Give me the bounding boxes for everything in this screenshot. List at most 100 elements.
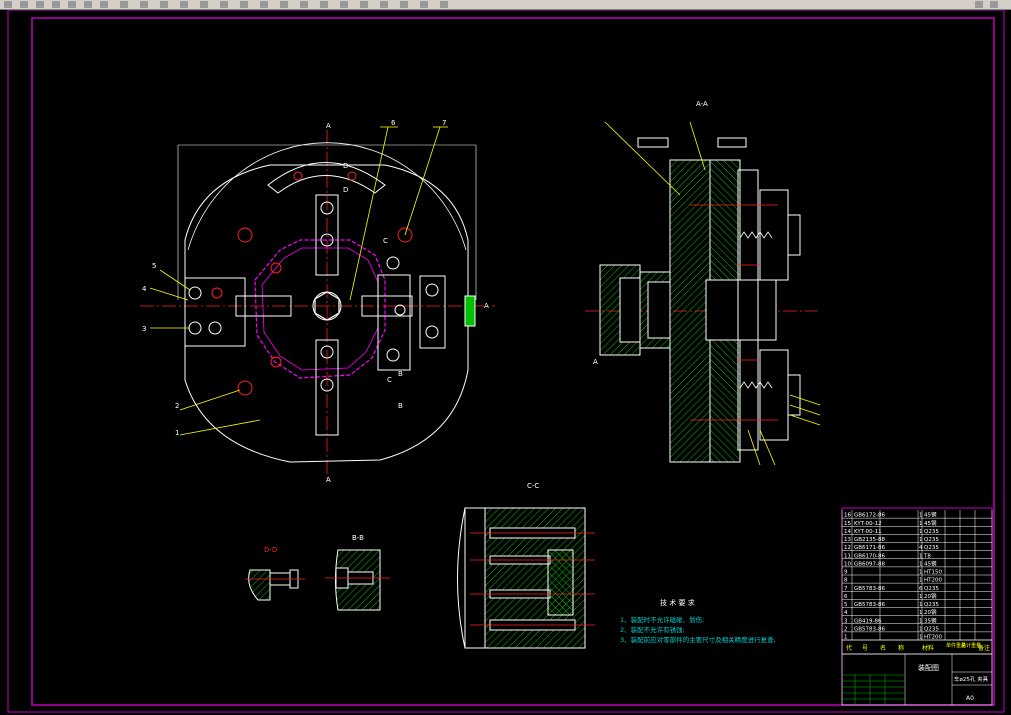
bom-cell-material: Q235: [924, 545, 939, 551]
toolbar-icon[interactable]: [140, 1, 148, 8]
bom-cell-code: GB5783-86: [854, 586, 886, 592]
toolbar-icon[interactable]: [220, 1, 228, 8]
toolbar-icon[interactable]: [84, 1, 92, 8]
bom-cell-no: 7: [844, 586, 848, 592]
marker-a-right: A: [484, 302, 489, 310]
bom-cell-material: 45钢: [924, 511, 937, 519]
bom-cell-no: 2: [844, 626, 848, 632]
section-b-b: B-B: [325, 534, 390, 611]
section-d-d-title: D-D: [264, 546, 277, 554]
drawing-canvas[interactable]: 5 4 3 2 1 6 7 A A A D D C C B B A-A A C-…: [0, 10, 1011, 715]
bom-cell-code: GB6172-86: [854, 513, 886, 519]
marker-c-bottom: C: [387, 376, 392, 384]
toolbar-icon[interactable]: [160, 1, 168, 8]
bom-cell-material: HT200: [924, 578, 942, 584]
bom-cell-no: 13: [844, 537, 851, 543]
bom-cell-qty: 1: [919, 610, 923, 616]
bom-cell-qty: 1: [919, 521, 923, 527]
bom-cell-code: GB6170-86: [854, 553, 886, 559]
toolbar-icon[interactable]: [990, 1, 998, 8]
section-d-d: D-D: [245, 546, 305, 601]
toolbar-icon[interactable]: [20, 1, 28, 8]
bom-cell-code: KYT-00-12: [854, 521, 882, 527]
bom-cell-no: 8: [844, 578, 848, 584]
bom-cell-qty: 1: [919, 553, 923, 559]
toolbar-icon[interactable]: [68, 1, 76, 8]
toolbar-icon[interactable]: [400, 1, 408, 8]
toolbar-icon[interactable]: [4, 1, 12, 8]
main-view: 5 4 3 2 1 6 7 A A A D D C C B B: [140, 119, 495, 484]
bom-cell-material: Q235: [924, 602, 939, 608]
bom-cell-no: 12: [844, 545, 851, 551]
tech-requirements: 技 术 要 求 1、装配时不允许磕碰、划伤; 2、装配不允许有锈蚀; 3、装配前…: [620, 598, 776, 644]
bom-cell-no: 11: [844, 553, 851, 559]
tech-req-item-1: 1、装配时不允许磕碰、划伤;: [620, 615, 704, 624]
callout-3: 3: [142, 325, 146, 333]
toolbar-icon[interactable]: [200, 1, 208, 8]
bom-cell-material: 45钢: [924, 559, 937, 567]
bom-cell-no: 4: [844, 610, 848, 616]
bom-cell-qty: 1: [919, 635, 923, 641]
toolbar-icon[interactable]: [52, 1, 60, 8]
bom-cell-qty: 1: [919, 626, 923, 632]
bom-cell-qty: 1: [919, 618, 923, 624]
toolbar-icon[interactable]: [300, 1, 308, 8]
bom-cell-qty: 1: [919, 513, 923, 519]
bom-cell-material: HT150: [924, 570, 942, 576]
bom-header-4: 材料: [922, 644, 934, 652]
toolbar-icon[interactable]: [120, 1, 128, 8]
toolbar-icon[interactable]: [280, 1, 288, 8]
bom-cell-no: 1: [844, 635, 848, 641]
bom-cell-material: Q235: [924, 537, 939, 543]
bom-cell-material: HT200: [924, 635, 942, 641]
bom-cell-material: 45钢: [924, 519, 937, 527]
bom-cell-no: 3: [844, 618, 848, 624]
tech-req-title: 技 术 要 求: [660, 598, 695, 607]
callout-6: 6: [391, 119, 396, 127]
toolbar-icon[interactable]: [440, 1, 448, 8]
bom-header-0: 代: [846, 644, 852, 652]
bom-cell-code: KYT-00-11: [854, 529, 882, 535]
toolbar-icon[interactable]: [260, 1, 268, 8]
section-b-b-title: B-B: [352, 534, 364, 542]
section-a-a: A-A A: [585, 100, 821, 466]
toolbar: [0, 0, 1011, 10]
marker-b-bottom: B: [398, 402, 403, 410]
title-block-name: 装配图: [918, 663, 939, 672]
bom-cell-qty: 4: [919, 545, 923, 551]
bom-cell-material: Q235: [924, 626, 939, 632]
toolbar-icon[interactable]: [975, 1, 983, 8]
callout-1: 1: [175, 429, 179, 437]
bom-cell-material: Q235: [924, 529, 939, 535]
bom-cell-qty: 1: [919, 570, 923, 576]
bom-cell-no: 6: [844, 594, 848, 600]
bom-cell-material: Q235: [924, 586, 939, 592]
bom-cell-material: T8: [923, 553, 931, 559]
bom-cell-qty: 1: [919, 602, 923, 608]
toolbar-icon[interactable]: [100, 1, 108, 8]
toolbar-icon[interactable]: [36, 1, 44, 8]
section-a-marker: A: [593, 358, 598, 366]
bom-cell-no: 14: [844, 529, 851, 535]
section-a-a-title: A-A: [696, 100, 708, 108]
marker-a-bottom: A: [326, 476, 331, 484]
bom-cell-code: GB419-86: [854, 618, 882, 624]
toolbar-icon[interactable]: [420, 1, 428, 8]
bom-table: 16 GB6172-86 1 45钢15 KYT-00-12 1 45钢14 KYT-00-1…: [841, 507, 993, 706]
bom-cell-code: GB6097-88: [854, 561, 886, 567]
toolbar-icon[interactable]: [320, 1, 328, 8]
toolbar-icon[interactable]: [240, 1, 248, 8]
bom-cell-no: 5: [844, 602, 848, 608]
bom-cell-qty: 1: [919, 561, 923, 567]
bom-header-1: 号: [862, 645, 868, 652]
callout-2: 2: [175, 402, 179, 410]
toolbar-icon[interactable]: [380, 1, 388, 8]
bom-cell-code: GB5783-86: [854, 602, 886, 608]
bom-cell-code: GB5783-86: [854, 626, 886, 632]
title-block-scale: A0: [966, 695, 974, 702]
toolbar-icon[interactable]: [180, 1, 188, 8]
toolbar-icon[interactable]: [360, 1, 368, 8]
bom-cell-material: 20钢: [924, 608, 937, 616]
toolbar-icon[interactable]: [340, 1, 348, 8]
bom-cell-material: 20钢: [924, 592, 937, 600]
